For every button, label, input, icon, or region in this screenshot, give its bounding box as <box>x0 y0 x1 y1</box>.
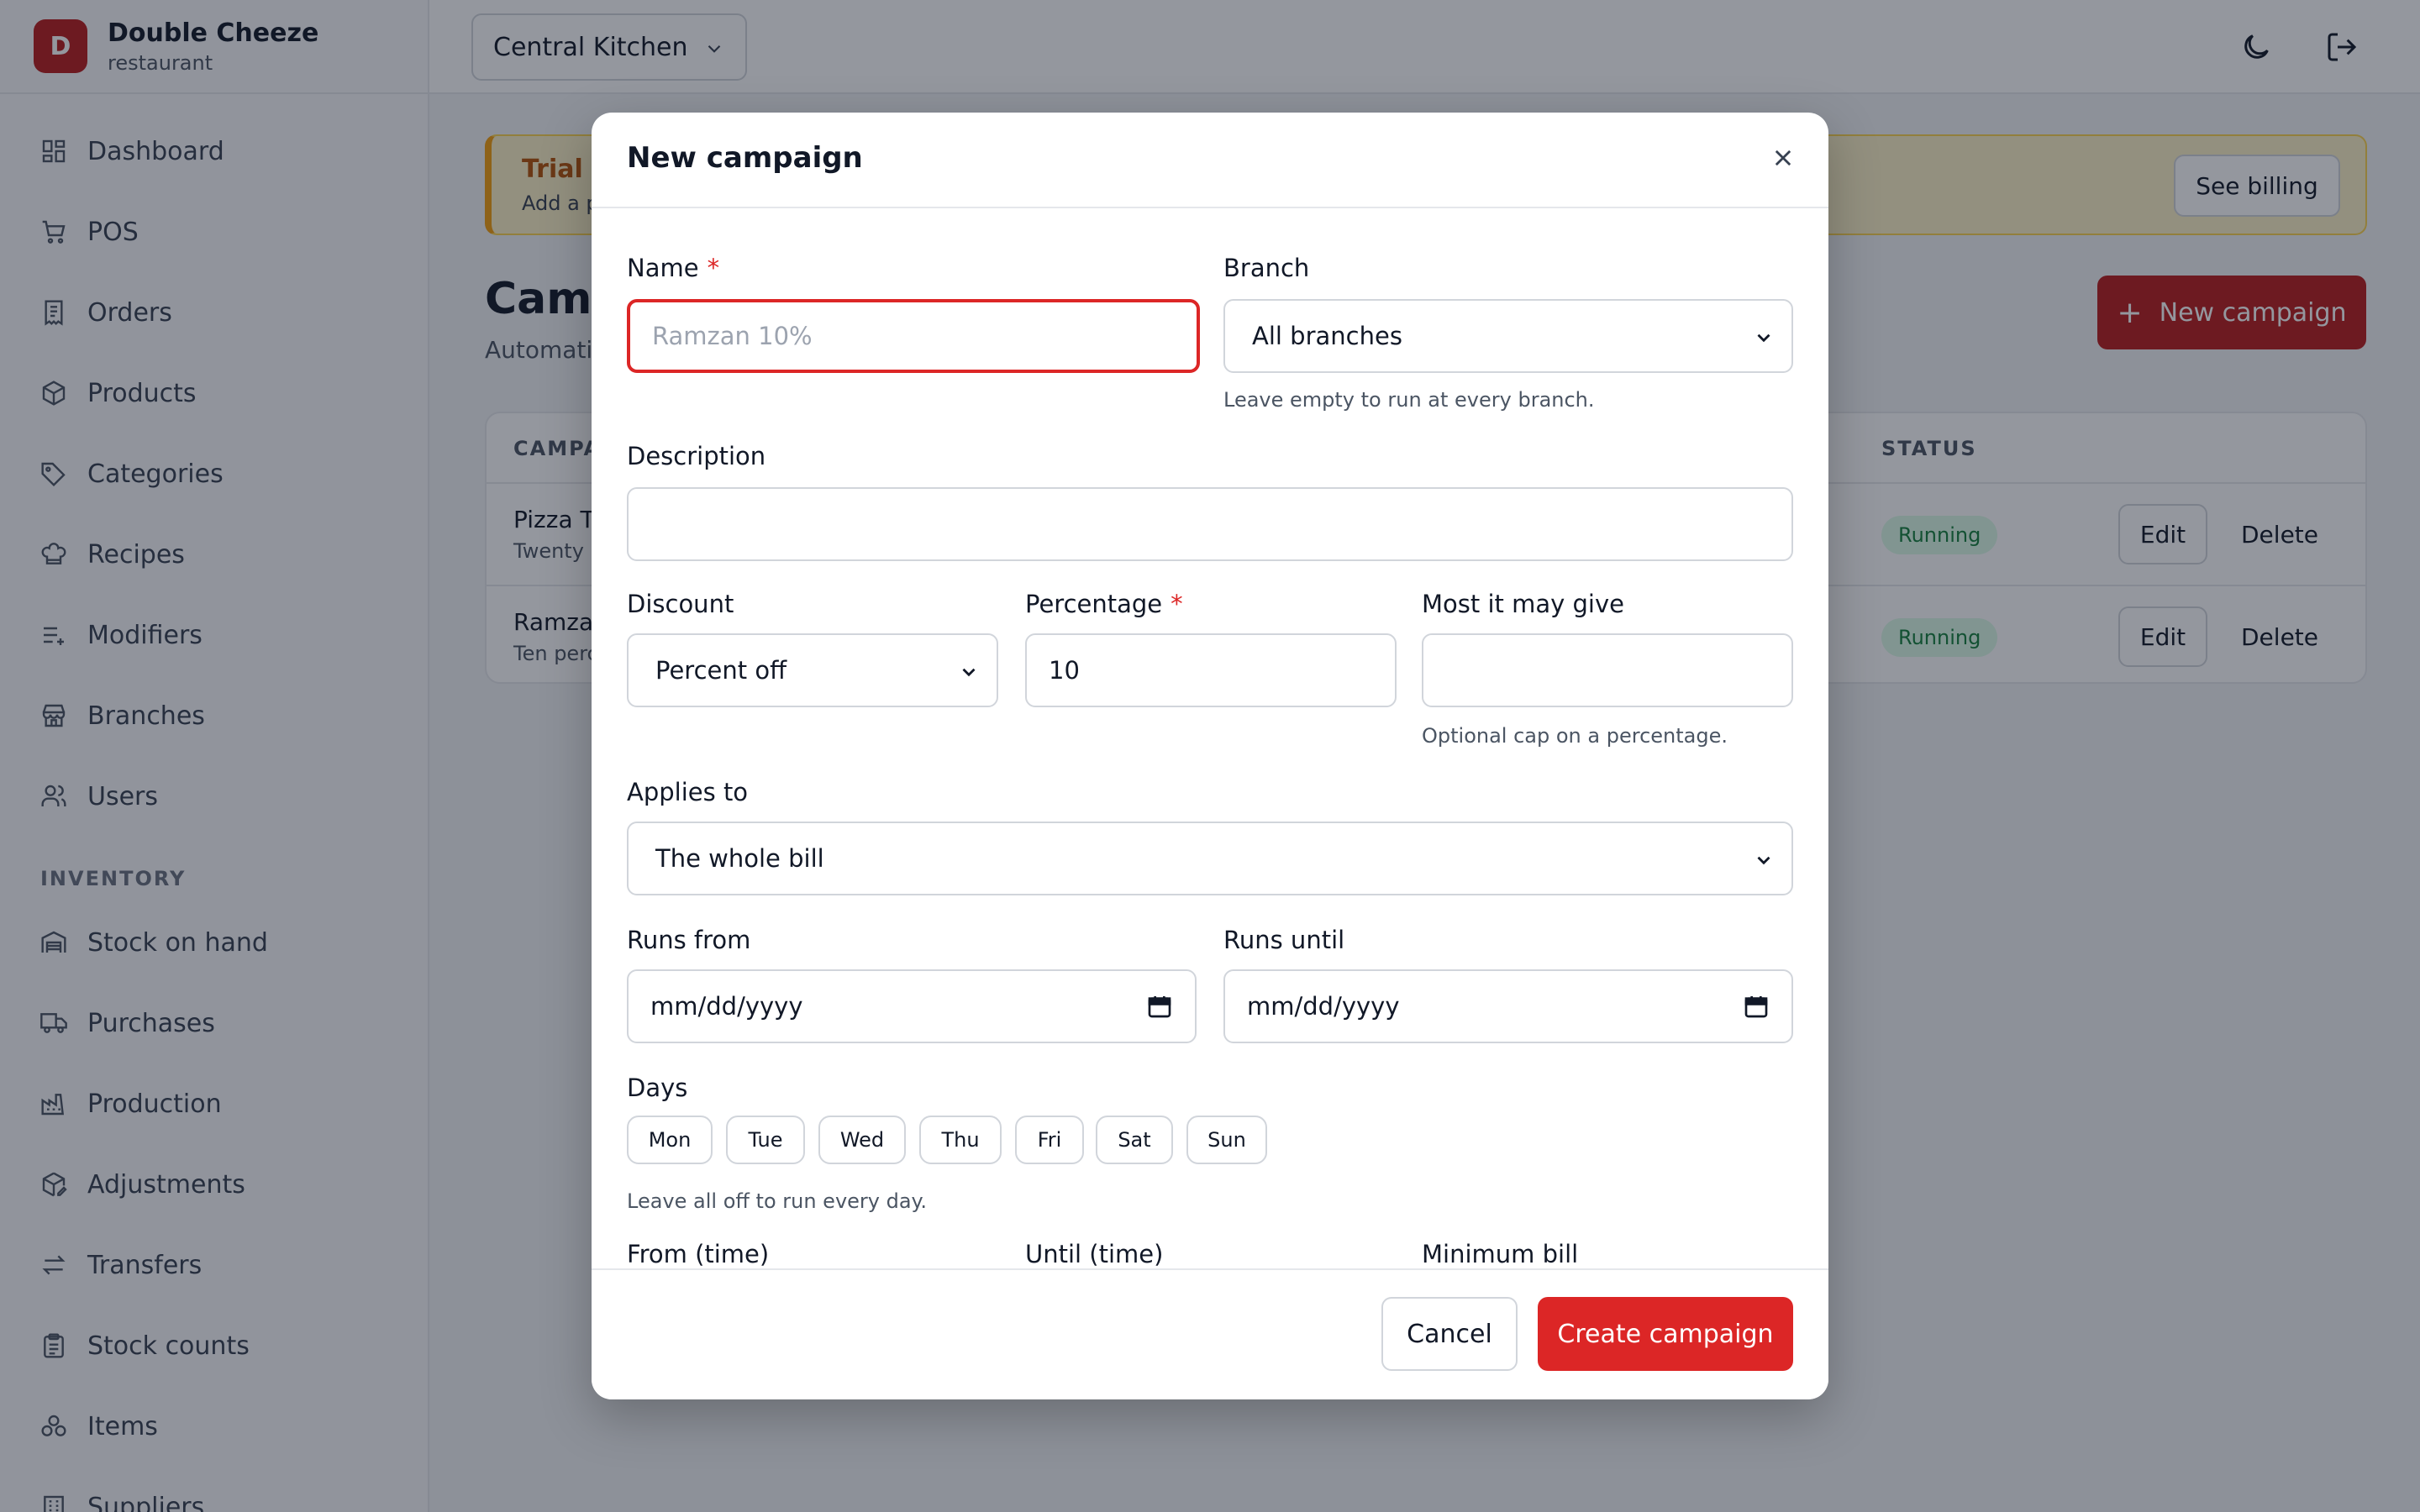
max-discount-hint: Optional cap on a percentage. <box>1422 724 1728 748</box>
description-input[interactable] <box>627 487 1793 561</box>
until-time-label: Until (time) <box>1025 1240 1164 1268</box>
days-hint: Leave all off to run every day. <box>627 1189 927 1213</box>
runs-from-date-input[interactable]: mm/dd/yyyy <box>627 969 1197 1043</box>
days-label: Days <box>627 1074 688 1102</box>
from-time-label: From (time) <box>627 1240 770 1268</box>
calendar-icon[interactable] <box>1146 993 1173 1026</box>
discount-select-value: Percent off <box>655 656 787 685</box>
day-toggle-sat[interactable]: Sat <box>1096 1116 1173 1164</box>
required-mark: * <box>707 254 720 282</box>
dialog-body: Name * Ramzan 10% Branch All branches Lea… <box>592 208 1828 1381</box>
percentage-label: Percentage * <box>1025 590 1183 618</box>
day-toggle-tue[interactable]: Tue <box>726 1116 805 1164</box>
name-label-value: Name <box>627 254 699 282</box>
discount-select[interactable]: Percent off <box>627 633 998 707</box>
branch-label: Branch <box>1223 254 1310 282</box>
runs-until-label: Runs until <box>1223 926 1345 954</box>
description-label: Description <box>627 442 766 470</box>
discount-label: Discount <box>627 590 734 618</box>
name-placeholder: Ramzan 10% <box>652 322 813 350</box>
applies-to-label: Applies to <box>627 778 749 806</box>
runs-until-date-input[interactable]: mm/dd/yyyy <box>1223 969 1793 1043</box>
minimum-bill-label: Minimum bill <box>1422 1240 1579 1268</box>
branch-select[interactable]: All branches <box>1223 299 1793 373</box>
branch-select-value: All branches <box>1252 322 1402 350</box>
name-input[interactable]: Ramzan 10% <box>627 299 1200 373</box>
runs-from-value: mm/dd/yyyy <box>650 992 803 1021</box>
day-toggle-fri[interactable]: Fri <box>1015 1116 1084 1164</box>
chevron-down-icon <box>958 660 980 689</box>
dialog-header: New campaign <box>592 113 1828 208</box>
name-label-text: Name * <box>627 254 719 282</box>
max-discount-input[interactable] <box>1422 633 1793 707</box>
required-mark: * <box>1171 590 1183 618</box>
dialog-title: New campaign <box>627 141 863 175</box>
day-toggle-mon[interactable]: Mon <box>627 1116 713 1164</box>
new-campaign-dialog: New campaign Name * Ramzan 10% Branch All… <box>592 113 1828 1399</box>
percentage-label-value: Percentage <box>1025 590 1163 618</box>
app-root: D Double Cheeze restaurant Dashboard POS… <box>0 0 2420 1512</box>
percentage-value: 10 <box>1049 656 1080 685</box>
runs-until-value: mm/dd/yyyy <box>1247 992 1400 1021</box>
calendar-icon[interactable] <box>1743 993 1770 1026</box>
chevron-down-icon <box>1753 326 1775 354</box>
close-icon <box>1775 150 1791 166</box>
close-button[interactable] <box>1766 141 1800 175</box>
cancel-button[interactable]: Cancel <box>1381 1297 1518 1371</box>
day-toggle-sun[interactable]: Sun <box>1186 1116 1267 1164</box>
applies-to-value: The whole bill <box>655 844 824 873</box>
chevron-down-icon <box>1753 848 1775 877</box>
day-toggle-wed[interactable]: Wed <box>818 1116 906 1164</box>
dialog-footer: Cancel Create campaign <box>592 1268 1828 1399</box>
runs-from-label: Runs from <box>627 926 751 954</box>
max-discount-label: Most it may give <box>1422 590 1624 618</box>
percentage-input[interactable]: 10 <box>1025 633 1397 707</box>
applies-to-select[interactable]: The whole bill <box>627 822 1793 895</box>
create-campaign-button[interactable]: Create campaign <box>1538 1297 1793 1371</box>
branch-hint: Leave empty to run at every branch. <box>1223 388 1595 412</box>
day-toggle-thu[interactable]: Thu <box>919 1116 1002 1164</box>
